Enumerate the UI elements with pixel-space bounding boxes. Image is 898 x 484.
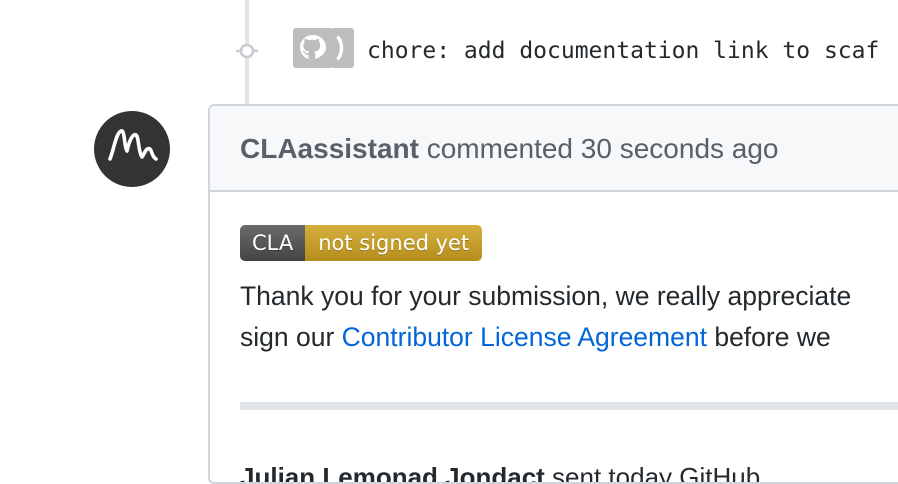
cla-agreement-link[interactable]: Contributor License Agreement xyxy=(342,322,707,352)
cutoff-rest-text: sent today GitHub xyxy=(544,462,761,484)
badge-label-left: CLA xyxy=(240,225,306,261)
comment-body: Thank you for your submission, we really… xyxy=(240,276,851,358)
comment-body-line-2: sign our Contributor License Agreement b… xyxy=(240,317,851,358)
comment-author-link[interactable]: CLAassistant xyxy=(240,133,419,164)
cla-status-badge[interactable]: CLA not signed yet xyxy=(240,225,483,261)
github-icon[interactable] xyxy=(293,28,354,68)
commit-node-icon xyxy=(236,43,258,59)
comment-action: commented xyxy=(426,133,574,164)
comment-timestamp[interactable]: 30 seconds ago xyxy=(581,133,779,164)
comment-box: CLAassistant commented 30 seconds ago CL… xyxy=(208,104,898,484)
comment-divider xyxy=(240,402,898,410)
comment-header-text: CLAassistant commented 30 seconds ago xyxy=(240,132,779,166)
cla-assistant-logo[interactable] xyxy=(94,111,170,187)
comment-header: CLAassistant commented 30 seconds ago xyxy=(210,106,898,192)
badge-label-right: not signed yet xyxy=(305,225,483,261)
body-text-suffix: before we xyxy=(706,322,831,352)
cutoff-bold-text: Julian Lemonad Jondact xyxy=(240,462,545,484)
comment-footer-cutoff: Julian Lemonad Jondact sent today GitHub xyxy=(240,461,761,484)
body-text-prefix: sign our xyxy=(240,322,342,352)
comment-body-line-1: Thank you for your submission, we really… xyxy=(240,281,852,311)
commit-message[interactable]: chore: add documentation link to scaf xyxy=(367,35,879,67)
